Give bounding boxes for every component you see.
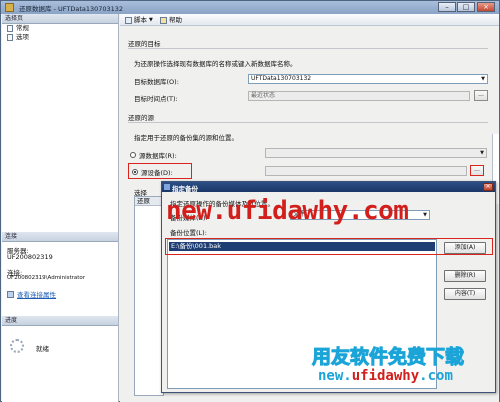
target-time-field[interactable]: 最近状态 bbox=[248, 91, 470, 101]
backup-icon bbox=[164, 184, 170, 190]
contents-button[interactable]: 内容(T) bbox=[444, 288, 486, 300]
server-value: UF200802319 bbox=[7, 253, 53, 261]
window-title: 还原数据库 - UFTData130703132 bbox=[19, 5, 124, 13]
chevron-down-icon[interactable]: ▼ bbox=[478, 149, 486, 157]
radio-icon bbox=[130, 152, 136, 158]
nav-item-label: 常规 bbox=[16, 24, 29, 32]
add-button[interactable]: 添加(A) bbox=[444, 242, 486, 254]
properties-icon bbox=[7, 290, 14, 298]
page-icon bbox=[7, 25, 13, 32]
script-label: 脚本 bbox=[134, 16, 147, 24]
help-label: 帮助 bbox=[169, 16, 182, 24]
restore-target-title: 还原的目标 bbox=[128, 40, 161, 48]
target-time-value: 最近状态 bbox=[251, 92, 276, 99]
restore-source-description: 指定用于还原的备份集的源和位置。 bbox=[134, 134, 238, 142]
watermark-part: .com bbox=[419, 368, 453, 384]
title-bar[interactable]: 还原数据库 - UFTData130703132 – □ × bbox=[1, 1, 499, 14]
watermark-part: ufidawhy bbox=[351, 368, 420, 384]
view-connection-label: 查看连接属性 bbox=[17, 291, 56, 299]
restore-target-description: 为还原操作选择现有数据库的名称或键入新数据库名称。 bbox=[134, 60, 297, 68]
divider bbox=[128, 48, 488, 49]
close-icon[interactable]: × bbox=[483, 183, 493, 191]
help-button[interactable]: 帮助 bbox=[160, 16, 182, 24]
divider bbox=[128, 122, 488, 123]
target-database-label: 目标数据库(O): bbox=[134, 78, 179, 86]
nav-item-label: 选项 bbox=[16, 33, 29, 41]
target-database-combo[interactable]: UFTData130703132 ▼ bbox=[248, 74, 488, 84]
script-button[interactable]: 脚本 ▼ bbox=[125, 16, 153, 24]
target-time-browse-button[interactable]: ... bbox=[474, 90, 488, 101]
from-database-radio[interactable]: 源数据库(R): bbox=[130, 150, 177, 160]
grid-header-cell: 还原 bbox=[135, 197, 163, 206]
backup-sets-grid[interactable]: 还原 bbox=[134, 196, 164, 396]
nav-item-options[interactable]: 选项 bbox=[2, 33, 118, 42]
chevron-down-icon[interactable]: ▼ bbox=[421, 211, 429, 219]
progress-header: 进度 bbox=[2, 316, 118, 326]
from-device-label: 源设备(D): bbox=[141, 169, 173, 177]
radio-icon bbox=[132, 169, 138, 175]
watermark-brand: 用友软件免费下载 bbox=[312, 346, 465, 369]
sub-dialog-title-bar[interactable]: 指定备份 × bbox=[162, 182, 495, 193]
maximize-icon[interactable]: □ bbox=[457, 2, 475, 12]
watermark-part: new. bbox=[318, 368, 352, 384]
chevron-down-icon[interactable]: ▼ bbox=[479, 75, 487, 83]
from-device-radio[interactable]: 源设备(D): bbox=[132, 167, 173, 177]
target-database-value: UFTData130703132 bbox=[251, 75, 312, 82]
watermark-site-red: new.ufidawhy.com bbox=[166, 196, 409, 226]
database-icon bbox=[5, 3, 14, 12]
toolbar: 脚本 ▼ 帮助 bbox=[120, 14, 499, 26]
minimize-icon[interactable]: – bbox=[438, 2, 456, 12]
nav-item-general[interactable]: 常规 bbox=[2, 24, 118, 33]
close-icon[interactable]: × bbox=[477, 2, 495, 12]
from-device-browse-button[interactable]: ... bbox=[470, 165, 484, 176]
progress-spinner-icon bbox=[10, 339, 24, 353]
help-icon bbox=[160, 16, 167, 24]
script-icon bbox=[125, 16, 132, 24]
page-icon bbox=[7, 34, 13, 41]
restore-source-title: 还原的源 bbox=[128, 114, 154, 122]
target-time-label: 目标时间点(T): bbox=[134, 95, 178, 103]
left-pane: 选择页 常规 选项 连接 服务器: UF200802319 连接: UF2008… bbox=[2, 14, 119, 402]
from-database-label: 源数据库(R): bbox=[139, 152, 177, 160]
select-page-header: 选择页 bbox=[2, 14, 118, 24]
from-database-combo[interactable]: ▼ bbox=[265, 148, 487, 158]
progress-status: 就绪 bbox=[36, 345, 49, 353]
sub-dialog-title: 指定备份 bbox=[172, 185, 198, 193]
remove-button[interactable]: 删除(R) bbox=[444, 270, 486, 282]
connection-header: 连接 bbox=[2, 232, 118, 242]
connection-value: UF200802319\Administrator bbox=[7, 275, 86, 281]
chevron-down-icon: ▼ bbox=[149, 17, 153, 23]
view-connection-link[interactable]: 查看连接属性 bbox=[7, 289, 56, 299]
from-device-field[interactable] bbox=[265, 166, 467, 176]
watermark-site-blue: new.ufidawhy.com bbox=[318, 368, 498, 390]
